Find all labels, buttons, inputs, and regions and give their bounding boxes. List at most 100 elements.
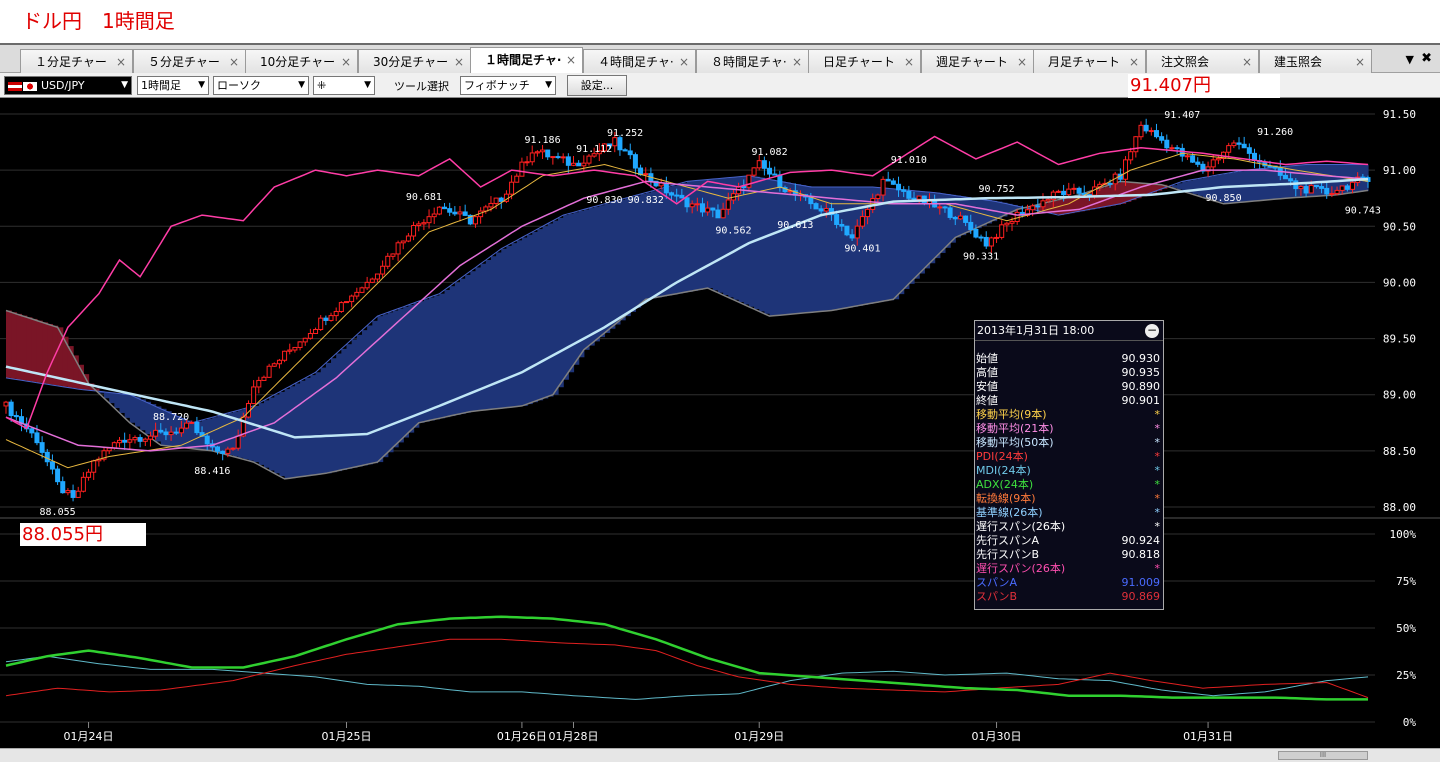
drawing-mode-select[interactable]: ⁜ ▼: [313, 76, 375, 95]
candle-body: [906, 190, 912, 199]
candle-body: [1128, 151, 1134, 161]
candle-body: [1174, 147, 1180, 150]
us-flag-icon: [8, 81, 22, 91]
info-row-label: 移動平均(50本): [976, 436, 1054, 449]
price-label: 90.681: [406, 192, 442, 203]
candle-body: [122, 439, 128, 443]
price-tick-label: 89.50: [1383, 333, 1416, 346]
close-icon[interactable]: ×: [1355, 50, 1365, 74]
tab-3[interactable]: 10分足チャー ×: [245, 49, 358, 74]
candle-body: [380, 265, 386, 275]
info-row-label: スパンB: [976, 590, 1018, 603]
candle-body: [1308, 184, 1314, 194]
ichimoku-cloud-segment: [666, 186, 673, 296]
tab-5[interactable]: １時間足チャ· ×: [470, 47, 583, 75]
ichimoku-cloud-segment: [558, 217, 564, 388]
timeframe-select[interactable]: 1時間足 ▼: [137, 76, 209, 95]
candle-body: [1288, 178, 1294, 182]
ichimoku-cloud-segment: [145, 401, 152, 435]
ichimoku-cloud-segment: [650, 191, 657, 299]
ichimoku-cloud-segment: [754, 176, 760, 310]
close-icon[interactable]: ×: [679, 50, 689, 74]
candle-body: [720, 208, 726, 219]
ichimoku-cloud-segment: [124, 394, 131, 418]
candle-body: [302, 337, 308, 343]
ichimoku-cloud-segment: [269, 397, 275, 471]
tool-label: ツール選択: [394, 80, 449, 93]
candle-body: [896, 183, 902, 191]
close-icon[interactable]: ×: [454, 50, 464, 74]
scrollbar-thumb[interactable]: III: [1278, 751, 1368, 760]
close-icon[interactable]: ×: [1129, 50, 1139, 74]
close-icon[interactable]: ×: [1017, 50, 1027, 74]
candle-body: [983, 236, 989, 247]
close-icon[interactable]: ×: [116, 50, 126, 74]
tool-select[interactable]: フィボナッチ ▼: [460, 76, 556, 95]
ichimoku-cloud-segment: [697, 180, 704, 290]
info-row-label: 遅行スパン(26本): [976, 562, 1066, 575]
info-row-value: 90.924: [1121, 534, 1161, 547]
close-icon[interactable]: ×: [341, 50, 351, 74]
close-all-icon[interactable]: ✖: [1421, 51, 1432, 66]
ichimoku-cloud-segment: [552, 220, 559, 395]
candle-body: [1210, 159, 1216, 168]
info-row: ADX(24本) *: [975, 478, 1163, 492]
candle-body: [1030, 205, 1036, 211]
candle-body: [452, 211, 458, 215]
ichimoku-cloud-segment: [764, 178, 771, 314]
tab-1[interactable]: １分足チャー ×: [20, 49, 133, 74]
price-label: 91.186: [524, 135, 560, 146]
chart-type-select[interactable]: ローソク ▼: [213, 76, 309, 95]
minimize-icon[interactable]: −: [1145, 324, 1159, 338]
tab-10[interactable]: 月足チャート ×: [1033, 49, 1146, 74]
close-icon[interactable]: ×: [1242, 50, 1252, 74]
tab-menu-icon[interactable]: ▼: [1406, 53, 1414, 66]
candle-body: [529, 152, 535, 163]
price-label: 90.401: [844, 244, 880, 255]
symbol-select[interactable]: USD/JPY ▼: [4, 76, 132, 95]
close-icon[interactable]: ×: [566, 48, 576, 72]
settings-button[interactable]: 設定...: [567, 75, 627, 96]
tab-9[interactable]: 週足チャート ×: [921, 49, 1034, 74]
candle-body: [669, 192, 675, 196]
candle-body: [916, 195, 922, 200]
horizontal-scrollbar[interactable]: III: [0, 748, 1440, 762]
tab-11[interactable]: 注文照会 ×: [1146, 49, 1259, 74]
candle-body: [813, 203, 819, 210]
candle-body: [447, 208, 453, 213]
candle-body: [834, 214, 840, 225]
candle-body: [153, 429, 159, 437]
info-row-label: PDI(24本): [976, 450, 1028, 463]
ichimoku-cloud-segment: [537, 229, 544, 401]
candle-body: [622, 149, 628, 152]
tab-7[interactable]: ８時間足チャ· ×: [696, 49, 809, 74]
candle-body: [1143, 124, 1149, 132]
ichimoku-cloud-segment: [336, 353, 342, 472]
data-info-panel: 2013年1月31日 18:00 − 始値 90.930 高値 90.935 安値 90.…: [974, 320, 1164, 610]
symbol-value: USD/JPY: [41, 79, 85, 92]
tab-4[interactable]: 30分足チャー ×: [358, 49, 471, 74]
candle-body: [751, 167, 757, 176]
candle-body: [13, 415, 19, 418]
info-row-value: 90.930: [1121, 352, 1161, 365]
ichimoku-cloud-segment: [449, 286, 456, 417]
close-icon[interactable]: ×: [904, 50, 914, 74]
candle-body: [767, 167, 773, 175]
close-icon[interactable]: ×: [229, 50, 239, 74]
candle-body: [1035, 205, 1041, 208]
tab-2[interactable]: ５分足チャー ×: [133, 49, 246, 74]
close-icon[interactable]: ×: [792, 50, 802, 74]
price-tick-label: 88.50: [1383, 445, 1416, 458]
tab-6[interactable]: ４時間足チャ· ×: [583, 49, 696, 74]
info-row-value: 91.009: [1121, 576, 1161, 589]
candle-body: [988, 237, 994, 247]
ichimoku-cloud-segment: [392, 310, 399, 448]
tab-12[interactable]: 建玉照会 ×: [1259, 49, 1372, 74]
chart-area[interactable]: 91.50 91.00 90.50 90.00 89.50 89.00 88.50 88.00…: [0, 98, 1440, 748]
candle-body: [519, 161, 525, 177]
candle-body: [1190, 155, 1196, 163]
price-label: 88.055: [40, 507, 76, 518]
info-row: 先行スパンB 90.818: [975, 548, 1163, 562]
price-chart[interactable]: 91.50 91.00 90.50 90.00 89.50 89.00 88.50 88.00…: [0, 98, 1440, 748]
tab-8[interactable]: 日足チャート ×: [808, 49, 921, 74]
